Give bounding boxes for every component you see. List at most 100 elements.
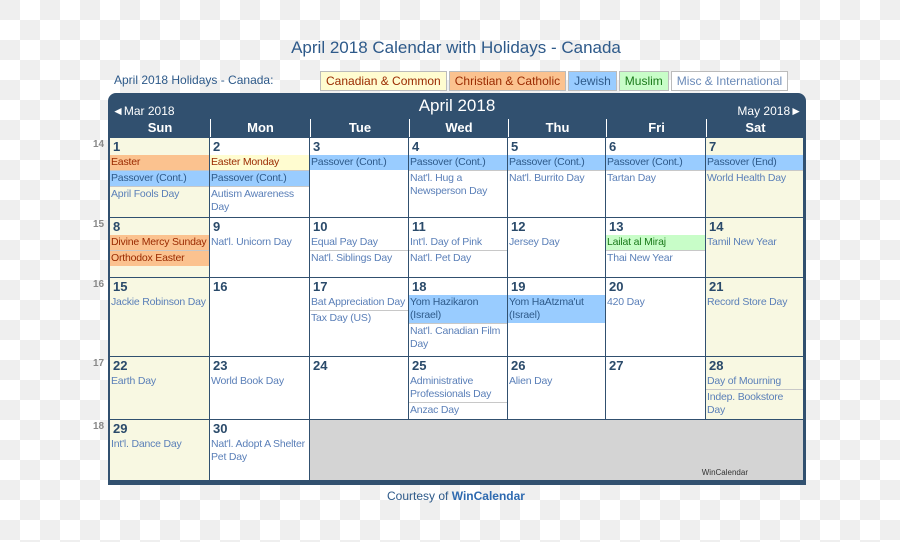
holiday-event[interactable]: Easter Monday (210, 155, 309, 171)
day-cell[interactable]: 19 Yom HaAtzma'ut (Israel) (508, 278, 605, 356)
day-cell[interactable]: 27 (606, 357, 705, 419)
holiday-event[interactable]: Passover (Cont.) (210, 171, 309, 187)
holiday-event[interactable]: World Health Day (706, 171, 803, 186)
holiday-event[interactable]: Bat Appreciation Day (310, 295, 408, 311)
holiday-event[interactable]: Orthodox Easter (110, 251, 209, 266)
day-cell[interactable]: 18 Yom Hazikaron (Israel) Nat'l. Canadian … (409, 278, 507, 356)
legend-item-can: Canadian & Common (320, 71, 447, 91)
day-cell[interactable]: 12 Jersey Day (508, 218, 605, 277)
holiday-event[interactable]: Jackie Robinson Day (110, 295, 209, 310)
holiday-event[interactable]: Nat'l. Adopt A Shelter Pet Day (210, 437, 309, 465)
holiday-event[interactable]: Nat'l. Hug a Newsperson Day (409, 171, 507, 199)
day-number: 4 (412, 139, 420, 154)
day-number: 12 (511, 219, 526, 234)
legend-item-mus: Muslim (618, 71, 669, 91)
day-cell[interactable]: 22 Earth Day (110, 357, 209, 419)
day-cell[interactable]: 2 Easter Monday Passover (Cont.) Autism Awa… (210, 138, 309, 217)
day-cell[interactable]: 8 Divine Mercy Sunday Orthodox Easter (110, 218, 209, 277)
holiday-event[interactable]: Day of Mourning (706, 374, 803, 390)
holiday-event[interactable]: Passover (End) (706, 155, 803, 171)
footer-courtesy: Courtesy of WinCalendar (0, 489, 900, 503)
dow-sun: Sun (147, 120, 173, 135)
holiday-event[interactable]: Jersey Day (508, 235, 605, 250)
holiday-event[interactable]: Int'l. Day of Pink (409, 235, 507, 251)
holiday-event[interactable]: Divine Mercy Sunday (110, 235, 209, 251)
day-cell[interactable]: 10 Equal Pay Day Nat'l. Siblings Day (310, 218, 408, 277)
day-cell[interactable]: 6 Passover (Cont.) Tartan Day (606, 138, 705, 217)
empty-cells: WinCalendar (310, 420, 803, 480)
holiday-event[interactable]: Earth Day (110, 374, 209, 389)
day-cell[interactable]: 3 Passover (Cont.) (310, 138, 408, 217)
day-cell[interactable]: 14 Tamil New Year (706, 218, 803, 277)
dow-thu: Thu (508, 119, 606, 137)
page-title: April 2018 Calendar with Holidays - Cana… (291, 38, 621, 57)
day-number: 13 (609, 219, 624, 234)
day-cell[interactable]: 7 Passover (End) World Health Day (706, 138, 803, 217)
holiday-event[interactable]: Easter (110, 155, 209, 171)
day-cell[interactable]: 30 Nat'l. Adopt A Shelter Pet Day (210, 420, 309, 480)
day-cell[interactable]: 1 Easter Passover (Cont.) April Fools Day (110, 138, 209, 217)
holiday-event[interactable]: Record Store Day (706, 295, 803, 310)
day-cell[interactable]: 20 420 Day (606, 278, 705, 356)
days-of-week-header: Sun Mon Tue Wed Thu Fri Sat (110, 119, 804, 137)
holiday-event[interactable]: Indep. Bookstore Day (706, 390, 803, 418)
week-number: 15 (93, 219, 105, 230)
holiday-event[interactable]: Tartan Day (606, 171, 705, 186)
day-cell[interactable]: 13 Lailat al Miraj Thai New Year (606, 218, 705, 277)
day-number: 2 (213, 139, 221, 154)
holiday-event[interactable]: Passover (Cont.) (409, 155, 507, 171)
day-number: 29 (113, 421, 128, 436)
holiday-event[interactable]: Anzac Day (409, 403, 507, 418)
day-cell[interactable]: 4 Passover (Cont.) Nat'l. Hug a Newsperson… (409, 138, 507, 217)
holiday-legend: Canadian & Common Christian & Catholic Jew… (320, 71, 789, 91)
holiday-event[interactable]: Nat'l. Canadian Film Day (409, 324, 507, 352)
day-number: 21 (709, 279, 724, 294)
holiday-event[interactable]: Nat'l. Siblings Day (310, 251, 408, 266)
holiday-event[interactable]: Passover (Cont.) (310, 155, 408, 170)
holiday-event[interactable]: Tax Day (US) (310, 311, 408, 326)
day-cell[interactable]: 21 Record Store Day (706, 278, 803, 356)
day-cell[interactable]: 16 (210, 278, 309, 356)
day-number: 3 (313, 139, 321, 154)
holiday-event[interactable]: World Book Day (210, 374, 309, 389)
day-number: 25 (412, 358, 427, 373)
holiday-event[interactable]: Nat'l. Unicorn Day (210, 235, 309, 250)
day-cell[interactable]: 17 Bat Appreciation Day Tax Day (US) (310, 278, 408, 356)
day-cell[interactable]: 24 (310, 357, 408, 419)
holiday-event[interactable]: Nat'l. Pet Day (409, 251, 507, 266)
day-number: 22 (113, 358, 128, 373)
holiday-event[interactable]: Alien Day (508, 374, 605, 389)
holiday-event[interactable]: 420 Day (606, 295, 705, 310)
holiday-event[interactable]: Lailat al Miraj (606, 235, 705, 251)
day-cell[interactable]: 25 Administrative Professionals Day Anzac … (409, 357, 507, 419)
day-cell[interactable]: 23 World Book Day (210, 357, 309, 419)
legend-item-jew: Jewish (568, 71, 617, 91)
day-cell[interactable]: 5 Passover (Cont.) Nat'l. Burrito Day (508, 138, 605, 217)
day-cell[interactable]: 26 Alien Day (508, 357, 605, 419)
dow-fri: Fri (606, 119, 706, 137)
holiday-event[interactable]: Passover (Cont.) (110, 171, 209, 187)
day-number: 10 (313, 219, 328, 234)
holiday-event[interactable]: April Fools Day (110, 187, 209, 202)
holiday-event[interactable]: Passover (Cont.) (606, 155, 705, 171)
holiday-event[interactable]: Yom HaAtzma'ut (Israel) (508, 295, 605, 323)
next-month-link[interactable]: May 2018► (737, 104, 802, 118)
holiday-event[interactable]: Autism Awareness Day (210, 187, 309, 215)
holiday-event[interactable]: Thai New Year (606, 251, 705, 266)
holiday-event[interactable]: Int'l. Dance Day (110, 437, 209, 452)
wincalendar-link[interactable]: WinCalendar (452, 489, 525, 503)
holiday-event[interactable]: Nat'l. Burrito Day (508, 171, 605, 186)
day-cell[interactable]: 11 Int'l. Day of Pink Nat'l. Pet Day (409, 218, 507, 277)
day-number: 14 (709, 219, 724, 234)
day-cell[interactable]: 15 Jackie Robinson Day (110, 278, 209, 356)
holiday-event[interactable]: Passover (Cont.) (508, 155, 605, 171)
holiday-event[interactable]: Equal Pay Day (310, 235, 408, 251)
day-cell[interactable]: 29 Int'l. Dance Day (110, 420, 209, 480)
day-number: 1 (113, 139, 121, 154)
holiday-event[interactable]: Yom Hazikaron (Israel) (409, 295, 507, 324)
holiday-event[interactable]: Tamil New Year (706, 235, 803, 250)
week-number: 14 (93, 139, 105, 150)
day-cell[interactable]: 28 Day of Mourning Indep. Bookstore Day (706, 357, 803, 419)
holiday-event[interactable]: Administrative Professionals Day (409, 374, 507, 403)
day-cell[interactable]: 9 Nat'l. Unicorn Day (210, 218, 309, 277)
